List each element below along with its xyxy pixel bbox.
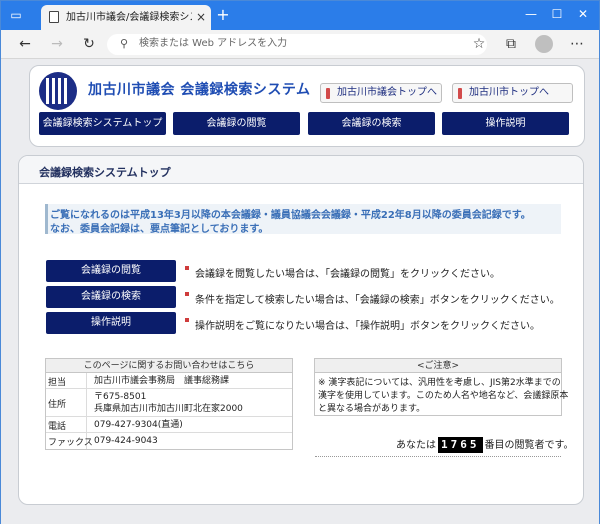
help-description: 操作説明をご覧になりたい場合は、「操作説明」ボタンをクリックください。 [195, 321, 540, 332]
search-button[interactable]: 会議録の検索 [46, 286, 176, 308]
main-panel-header: 会議録検索システムトップ [19, 156, 583, 184]
contact-key: 住所 [48, 400, 67, 410]
caution-box: <ご注意> ※ 漢字表記については、汎用性を考慮し、JIS第2水準までの 漢字を… [314, 358, 568, 416]
contact-value: 加古川市議会事務局 議事総務課 [94, 376, 230, 386]
table-row: 担当 加古川市議会事務局 議事総務課 [46, 373, 292, 389]
page-icon [49, 11, 59, 23]
more-menu-icon[interactable]: ⋯ [567, 35, 587, 53]
contact-table: このページに関するお問い合わせはこちら 担当 加古川市議会事務局 議事総務課 住… [45, 358, 293, 450]
back-icon[interactable]: ← [15, 35, 35, 53]
tab-title: 加古川市議会/会議録検索システム [66, 12, 192, 23]
council-top-link[interactable]: 加古川市議会トップへ [320, 83, 442, 103]
divider [315, 456, 561, 457]
contact-value: 079-424-9043 [94, 436, 158, 446]
site-header: 加古川市議会 会議録検索システム 加古川市議会トップへ 加古川市トップへ 会議録… [29, 65, 585, 147]
close-tab-icon[interactable]: × [195, 10, 207, 24]
counter-prefix: あなたは [396, 440, 436, 451]
main-panel: 会議録検索システムトップ ご覧になれるのは平成13年3月以降の本会議録・議員協議… [18, 155, 584, 505]
counter-suffix: 番目の閲覧者です。 [484, 440, 574, 451]
link-marker-icon [458, 88, 462, 99]
browse-button[interactable]: 会議録の閲覧 [46, 260, 176, 282]
contact-heading: このページに関するお問い合わせはこちら [46, 359, 292, 373]
maximize-icon[interactable]: ☐ [547, 5, 567, 23]
site-title: 加古川市議会 会議録検索システム [88, 82, 311, 98]
tab-bar: ▭ 加古川市議会/会議録検索システム × + — ☐ ✕ [1, 1, 599, 30]
search-description: 条件を指定して検索したい場合は、「会議録の検索」ボタンをクリックください。 [195, 295, 560, 306]
browser-window: ▭ 加古川市議会/会議録検索システム × + — ☐ ✕ ← → ↻ ⚲ 検索ま… [0, 0, 600, 524]
link-label: 加古川市議会トップへ [337, 87, 437, 98]
new-tab-icon[interactable]: + [215, 7, 231, 23]
notice-line: なお、委員会記録は、要点筆記としております。 [50, 224, 269, 235]
address-bar[interactable]: ⚲ 検索または Web アドレスを入力 [107, 34, 487, 55]
nav-search[interactable]: 会議録の検索 [308, 112, 435, 135]
caution-line: と異なる場合があります。 [318, 404, 426, 414]
link-label: 加古川市トップへ [469, 87, 549, 98]
bullet-icon [185, 266, 189, 270]
favorites-icon[interactable]: ☆ [469, 35, 489, 53]
avatar[interactable] [535, 35, 553, 53]
contact-key: 担当 [48, 378, 67, 388]
help-button[interactable]: 操作説明 [46, 312, 176, 334]
contact-value: 079-427-9304(直通) [94, 420, 183, 430]
link-marker-icon [326, 88, 330, 99]
nav-top[interactable]: 会議録検索システムトップ [39, 112, 166, 135]
table-row: ファックス 079-424-9043 [46, 433, 292, 449]
search-icon: ⚲ [119, 37, 129, 50]
browse-description: 会議録を閲覧したい場合は、「会議録の閲覧」をクリックください。 [195, 269, 500, 280]
refresh-icon[interactable]: ↻ [79, 35, 99, 53]
caution-line: 漢字を使用しています。このため人名や地名など、会議録原本 [318, 391, 569, 401]
city-top-link[interactable]: 加古川市トップへ [452, 83, 573, 103]
page-title: 会議録検索システムトップ [39, 166, 171, 179]
minimize-icon[interactable]: — [521, 5, 541, 23]
counter-digits: 1765 [438, 437, 483, 453]
table-row: 電話 079-427-9304(直通) [46, 417, 292, 433]
notice-line: ご覧になれるのは平成13年3月以降の本会議録・議員協議会会議録・平成22年8月以… [50, 210, 531, 221]
nav-help[interactable]: 操作説明 [442, 112, 569, 135]
caution-heading: <ご注意> [315, 359, 561, 373]
forward-icon[interactable]: → [47, 35, 67, 53]
contact-key: ファックス [48, 438, 93, 448]
browser-toolbar: ← → ↻ ⚲ 検索または Web アドレスを入力 ☆ ⧉ ⋯ [1, 30, 599, 59]
nav-browse[interactable]: 会議録の閲覧 [173, 112, 300, 135]
tab-actions-icon[interactable]: ▭ [7, 7, 25, 23]
bullet-icon [185, 318, 189, 322]
caution-line: ※ 漢字表記については、汎用性を考慮し、JIS第2水準までの [318, 378, 561, 388]
contact-key: 電話 [48, 422, 67, 432]
table-row: 住所 〒675-8501 兵庫県加古川市加古川町北在家2000 [46, 389, 292, 417]
close-window-icon[interactable]: ✕ [573, 5, 593, 23]
collections-icon[interactable]: ⧉ [501, 35, 521, 53]
browser-tab[interactable]: 加古川市議会/会議録検索システム × [41, 5, 211, 30]
contact-value: 〒675-8501 [94, 392, 147, 402]
notice-box: ご覧になれるのは平成13年3月以降の本会議録・議員協議会会議録・平成22年8月以… [45, 204, 561, 235]
page-viewport: 加古川市議会 会議録検索システム 加古川市議会トップへ 加古川市トップへ 会議録… [1, 59, 599, 524]
address-input[interactable]: 検索または Web アドレスを入力 [139, 37, 287, 51]
visitor-counter: あなたは 1765 番目の閲覧者です。 [396, 437, 574, 453]
contact-value: 兵庫県加古川市加古川町北在家2000 [94, 404, 243, 414]
bullet-icon [185, 292, 189, 296]
city-logo-icon [39, 72, 77, 110]
